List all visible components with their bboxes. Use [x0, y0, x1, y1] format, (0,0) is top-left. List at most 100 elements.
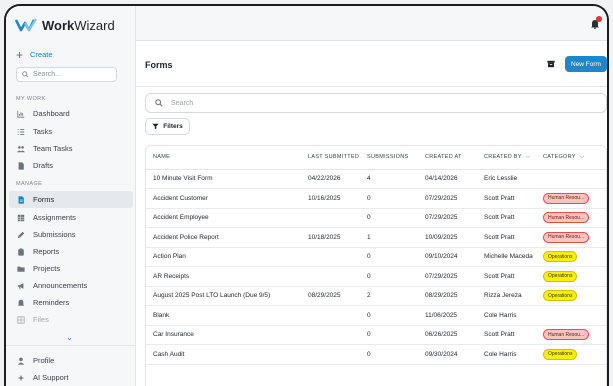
sidebar-item-reports[interactable]: Reports: [9, 243, 133, 260]
table-row[interactable]: Accident Employee 0 07/29/2025 Scott Pratt H…: [146, 208, 606, 228]
column-header-created-at[interactable]: CREATED AT: [425, 146, 484, 170]
cell-name[interactable]: August 2025 Post LTO Launch (Due 9/5): [146, 286, 308, 306]
table-row[interactable]: Blank 0 11/06/2025 Cole Harris: [146, 305, 606, 326]
column-header-category[interactable]: CATEGORY ⌵: [543, 146, 606, 170]
search-placeholder: Search: [171, 99, 194, 107]
user-icon: [17, 357, 25, 365]
sidebar-item-label: Dashboard: [33, 109, 70, 118]
sidebar-search-placeholder: Search...: [33, 71, 62, 78]
new-form-button[interactable]: New Form: [565, 56, 607, 72]
cell-submissions: 1: [367, 227, 425, 248]
table-row[interactable]: August 2025 Post LTO Launch (Due 9/5) 08/…: [146, 286, 606, 306]
notification-badge: [596, 16, 602, 22]
forms-table: NAME LAST SUBMITTED SUBMISSIONS CREATED …: [145, 145, 607, 386]
cell-name[interactable]: Accident Employee: [146, 208, 308, 228]
sidebar-item-team-tasks[interactable]: Team Tasks: [9, 140, 133, 157]
sidebar-item-drafts[interactable]: Drafts: [9, 157, 133, 174]
cell-created-by: Rizza Jereza: [484, 286, 543, 306]
cell-name[interactable]: Accident Customer: [146, 188, 308, 209]
sidebar-item-label: AI Support: [33, 373, 69, 382]
cell-submissions: 0: [367, 266, 425, 287]
sidebar-item-dashboard[interactable]: Dashboard: [9, 105, 133, 122]
logo[interactable]: WorkWizard: [15, 15, 115, 35]
cell-last-submitted: [308, 266, 367, 287]
sidebar-item-assignments[interactable]: Assignments: [9, 209, 133, 226]
sidebar-item-forms[interactable]: Forms: [9, 191, 133, 208]
chevron-down-icon[interactable]: ⌄: [66, 333, 73, 342]
cell-last-submitted: 10/16/2025: [308, 188, 367, 209]
category-badge: Human Resou...: [543, 329, 590, 341]
table-row[interactable]: Accident Customer 10/16/2025 0 07/29/2025 Sc…: [146, 188, 606, 209]
cell-submissions: 0: [367, 305, 425, 326]
sidebar-item-label: Assignments: [33, 213, 76, 222]
my-work-heading: MY WORK: [16, 96, 46, 102]
search-icon: [155, 99, 163, 107]
sidebar-search-input[interactable]: Search...: [16, 67, 117, 82]
cell-name[interactable]: Action Plan: [146, 247, 308, 267]
cell-name[interactable]: Cash Audit: [146, 344, 308, 365]
sidebar-item-reminders[interactable]: Reminders: [9, 294, 133, 311]
cell-created-at: 06/26/2025: [425, 325, 484, 345]
sidebar-item-label: Submissions: [33, 230, 76, 239]
cell-submissions: 0: [367, 208, 425, 228]
category-badge: Human Resou...: [543, 231, 590, 243]
table-row[interactable]: Accident Police Report 10/18/2025 1 10/09/2…: [146, 227, 606, 248]
cell-name[interactable]: Accident Police Report: [146, 227, 308, 248]
chevron-down-icon[interactable]: ⌵: [526, 154, 531, 160]
cell-created-at: 09/30/2024: [425, 344, 484, 365]
sidebar-item-profile[interactable]: Profile: [9, 352, 133, 369]
tasks-icon: [17, 128, 25, 135]
table-header-row: NAME LAST SUBMITTED SUBMISSIONS CREATED …: [146, 146, 606, 170]
create-button[interactable]: + Create: [16, 47, 53, 62]
category-badge: Operations: [543, 290, 578, 302]
column-header-name[interactable]: NAME: [146, 146, 308, 170]
cell-name[interactable]: Car Insurance: [146, 325, 308, 345]
table-row[interactable]: Car Insurance 0 06/26/2025 Scott Pratt Human…: [146, 325, 606, 345]
column-header-submissions[interactable]: SUBMISSIONS: [367, 146, 425, 170]
sidebar-item-submissions[interactable]: Submissions: [9, 226, 133, 243]
cell-last-submitted: [308, 305, 367, 326]
cell-created-by: Cole Harris: [484, 305, 543, 326]
table-row[interactable]: 10 Minute Visit Form 04/22/2026 4 04/14/202…: [146, 169, 606, 189]
column-header-last-submitted[interactable]: LAST SUBMITTED: [308, 146, 367, 170]
brand-name: WorkWizard: [42, 17, 115, 33]
sidebar-item-projects[interactable]: Projects: [9, 260, 133, 277]
cell-created-by: Eric Lesslie: [484, 169, 543, 189]
category-badge: Operations: [543, 251, 578, 263]
table-row[interactable]: Cash Audit 0 09/30/2024 Cole Harris Operatio…: [146, 344, 606, 365]
sidebar-item-label: Announcements: [33, 281, 88, 290]
forms-search-input[interactable]: Search: [145, 93, 607, 113]
table-row[interactable]: AR Receipts 0 07/29/2025 Scott Pratt Operati…: [146, 266, 606, 287]
filters-button[interactable]: Filters: [145, 118, 190, 135]
sidebar-item-label: Projects: [33, 264, 61, 273]
cell-category: Operations: [543, 344, 606, 365]
header-divider: [136, 86, 607, 87]
archive-icon[interactable]: [547, 60, 555, 68]
cell-created-by: Scott Pratt: [484, 188, 543, 209]
chevron-down-icon[interactable]: ⌵: [580, 154, 585, 160]
filter-icon: [152, 123, 159, 130]
cell-submissions: 0: [367, 188, 425, 209]
cell-created-at: 07/29/2025: [425, 188, 484, 209]
sidebar-item-ai-support[interactable]: AI Support: [9, 369, 133, 386]
cell-name[interactable]: AR Receipts: [146, 266, 308, 287]
cell-submissions: 0: [367, 344, 425, 365]
cell-last-submitted: 08/29/2025: [308, 286, 367, 306]
cell-last-submitted: [308, 325, 367, 345]
cell-submissions: 0: [367, 325, 425, 345]
cell-last-submitted: [308, 208, 367, 228]
table-row[interactable]: Action Plan 0 09/10/2024 Michelle Maceda Ope…: [146, 247, 606, 267]
pen-icon: [17, 231, 25, 238]
cell-name[interactable]: Blank: [146, 305, 308, 326]
plus-icon: +: [16, 47, 24, 62]
page-title: Forms: [145, 60, 173, 70]
column-header-created-by[interactable]: CREATED BY ⌵: [484, 146, 543, 170]
cell-created-at: 07/29/2025: [425, 266, 484, 287]
cell-category: Operations: [543, 286, 606, 306]
cell-name[interactable]: 10 Minute Visit Form: [146, 169, 308, 189]
cell-created-at: 09/10/2024: [425, 247, 484, 267]
cell-created-by: Scott Pratt: [484, 266, 543, 287]
sidebar-item-announcements[interactable]: Announcements: [9, 277, 133, 294]
sidebar-item-tasks[interactable]: Tasks: [9, 123, 133, 140]
sidebar-item-files[interactable]: Files: [9, 311, 133, 328]
